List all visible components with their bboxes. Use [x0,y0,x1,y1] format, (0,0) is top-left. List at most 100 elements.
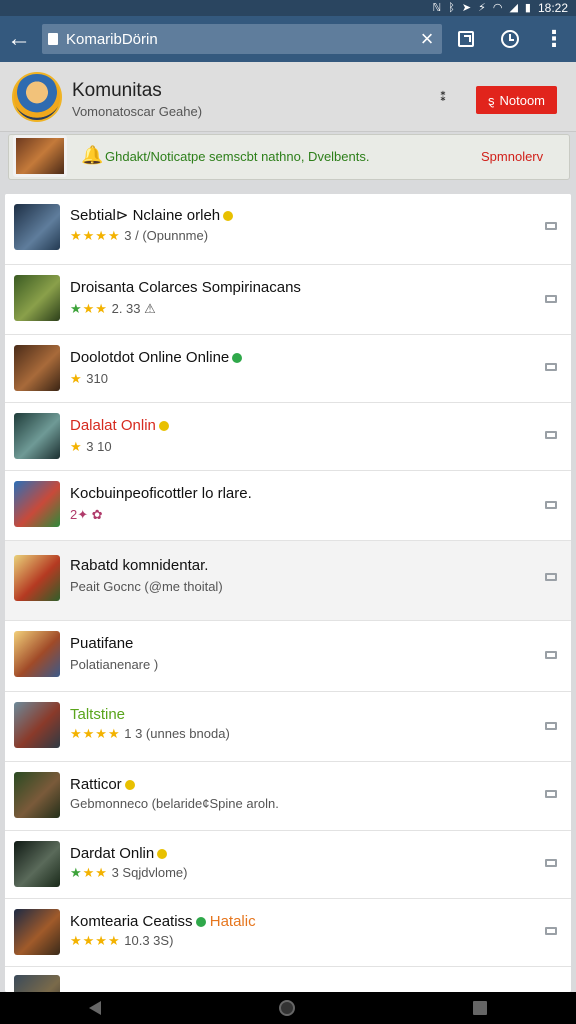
announcement-banner[interactable]: 🔔 Ghdakt/Noticatpe semscbt nathno, Dvelb… [8,134,570,180]
verified-badge [157,849,168,860]
game-title: Komtearia Ceatiss Hatalic [70,913,256,930]
game-title: Dalalat Onlin [70,417,169,434]
list-item[interactable]: Taltstine ★★★★ 1 3 (unnes bnoda) [5,692,571,762]
banner-thumbnail [13,135,67,177]
game-title: Doolotdot Online Online [70,349,243,366]
row-menu-icon[interactable] [545,859,557,867]
list-item[interactable]: Sebtial⊳ Nclaine orleh ★★★★ 3 / (Opunnme… [5,194,571,265]
game-icon [14,345,60,391]
game-title: Ratticor [70,776,135,793]
games-list: Sebtial⊳ Nclaine orleh ★★★★ 3 / (Opunnme… [5,194,571,992]
game-icon [14,555,60,601]
clear-icon[interactable]: × [412,26,442,52]
nav-recents-icon[interactable] [473,1001,487,1015]
row-menu-icon[interactable] [545,573,557,581]
overflow-menu-icon[interactable]: ⋮ [532,16,576,62]
game-meta: ★ 310 [70,371,108,386]
history-icon[interactable] [488,16,532,62]
community-title: Komunitas [72,80,162,101]
community-avatar [12,72,62,122]
game-meta: ★★★★ 3 / (Opunnme) [70,228,209,243]
rating-stars: ★★★ [70,865,108,880]
game-meta: ★★★ 2. 33 ⚠ [70,301,156,316]
game-icon [14,772,60,818]
game-icon [14,481,60,527]
game-icon [14,631,60,677]
signal-icon: ◢ [509,2,518,14]
clock-time: 18:22 [537,1,568,15]
battery-icon: ▮ [524,2,531,14]
game-meta: ★★★★ 10.3 3S) [70,933,174,948]
lock-icon [48,33,58,45]
game-icon [14,702,60,748]
verified-badge [223,211,234,222]
rating-stars: ★ [70,439,83,454]
url-text[interactable]: KomaribDörin [66,31,412,48]
list-item[interactable]: Droisanta Colarces Sompirinacans ★★★ 2. … [5,265,571,335]
list-item[interactable]: Ratticor Gebmonneco (belaride¢Spine arol… [5,762,571,831]
game-title: Droisanta Colarces Sompirinacans [70,279,301,296]
open-external-icon[interactable] [444,16,488,62]
game-icon [14,275,60,321]
game-meta: ★★★★ 1 3 (unnes bnoda) [70,726,230,741]
game-meta: ★★★ 3 Sqjdvlome) [70,865,188,880]
nav-back-icon[interactable] [89,1001,101,1015]
game-meta: Peait Gocnc (@me thoital) [70,579,223,594]
rating-stars: ★ [70,371,83,386]
verified-badge [232,353,243,364]
nfc-icon: ℕ [432,2,442,14]
url-bar[interactable]: KomaribDörin × [42,24,442,54]
game-icon [14,204,60,250]
sort-icon[interactable]: ⁑ [440,90,446,104]
game-meta: Polatianenare ) [70,657,159,672]
rating-stars: ★★★★ [70,228,121,243]
list-item[interactable]: Doolotdot Online Online ★ 310 [5,335,571,403]
row-menu-icon[interactable] [545,222,557,230]
browser-toolbar: ← KomaribDörin × ⋮ [0,16,576,62]
row-menu-icon[interactable] [545,722,557,730]
list-item[interactable]: Rabatd komnidentar. Peait Gocnc (@me tho… [5,541,571,621]
game-title: Sebtial⊳ Nclaine orleh [70,206,234,224]
bluetooth-icon: ᛒ [448,2,455,14]
row-menu-icon[interactable] [545,431,557,439]
game-title: Dardat Onlin [70,845,168,862]
list-item[interactable]: Dardat Onlin ★★★ 3 Sqjdvlome) [5,831,571,899]
wifi-icon: ◠ [492,2,503,14]
banner-link[interactable]: Spmnolerv [481,149,543,164]
game-icon [14,413,60,459]
game-meta: ★ 3 10 [70,439,112,454]
list-item[interactable]: Kocbuinpeoficottler lo rlare. 2✦ ✿ [5,471,571,541]
notify-button-icon: ȿ [487,92,495,108]
list-item[interactable]: Komtearia Ceatiss Hatalic ★★★★ 10.3 3S) [5,899,571,967]
back-arrow-icon[interactable]: ← [0,16,38,62]
status-bar: ℕ ᛒ ➤ ⚡ ◠ ◢ ▮ 18:22 [0,0,576,16]
game-meta: 2✦ ✿ [70,507,103,522]
system-nav-bar [0,992,576,1024]
game-title: Kocbuinpeoficottler lo rlare. [70,485,252,502]
game-meta: Gebmonneco (belaride¢Spine aroln. [70,796,279,811]
notify-button[interactable]: ȿ Notoom [476,86,557,114]
verified-badge [158,421,169,432]
row-menu-icon[interactable] [545,790,557,798]
list-item[interactable] [5,967,571,992]
row-menu-icon[interactable] [545,501,557,509]
game-tag: Hatalic [209,913,256,930]
verified-badge [124,780,135,791]
location-icon: ➤ [461,2,472,14]
list-item[interactable]: Dalalat Onlin ★ 3 10 [5,403,571,471]
notify-button-label: Notoom [499,92,546,108]
verified-badge [195,917,206,928]
community-subtitle: Vomonatoscar Geahe) [72,104,203,119]
row-menu-icon[interactable] [545,927,557,935]
row-menu-icon[interactable] [545,651,557,659]
row-menu-icon[interactable] [545,363,557,371]
flash-icon: ⚡ [478,2,486,14]
game-icon [14,975,60,992]
list-item[interactable]: Puatifane Polatianenare ) [5,621,571,692]
game-icon [14,909,60,955]
rating-stars: ★★★★ [70,933,121,948]
nav-home-icon[interactable] [279,1000,295,1016]
rating-stars: ★★★ [70,301,108,316]
bell-icon: 🔔 [81,145,104,165]
row-menu-icon[interactable] [545,295,557,303]
